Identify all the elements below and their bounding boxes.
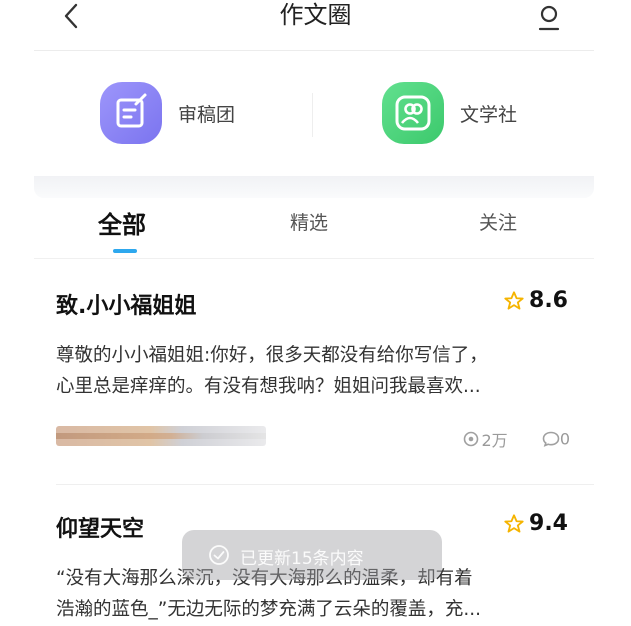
article-score: 8.6 (503, 288, 568, 318)
profile-button[interactable] (533, 3, 565, 35)
excerpt-line: 浩瀚的蓝色_”无边无际的梦充满了云朵的覆盖，充... (56, 599, 481, 620)
star-icon (504, 290, 524, 310)
top-bar: 作文圈 (0, 0, 631, 48)
article-title: 致.小小福姐姐 (56, 294, 197, 319)
article-excerpt: 尊敬的小小福姐姐:你好，很多天都没有给你写信了， 心里总是痒痒的。有没有想我呐？… (56, 340, 576, 402)
eye-icon (464, 431, 479, 447)
article-thumbnail (56, 426, 266, 446)
tab-following[interactable]: 关注 (479, 208, 517, 235)
literary-club-label: 文学社 (460, 104, 518, 126)
tab-bar: 全部 精选 关注 (34, 198, 594, 256)
feature-shortcuts: 审稿团 文学社 (34, 60, 594, 178)
review-team-label: 审稿团 (178, 104, 236, 126)
literary-club-entry[interactable]: 文学社 (382, 82, 562, 146)
check-circle-icon (209, 545, 229, 565)
update-toast: 已更新15条内容 (182, 530, 442, 580)
user-icon (538, 5, 560, 31)
star-icon (504, 513, 524, 533)
excerpt-line: 尊敬的小小福姐姐:你好，很多天都没有给你写信了， (56, 345, 488, 366)
header-divider (34, 50, 594, 51)
article-card[interactable]: 致.小小福姐姐 8.6 尊敬的小小福姐姐:你好，很多天都没有给你写信了， 心里总… (34, 288, 594, 468)
excerpt-line: 心里总是痒痒的。有没有想我呐？姐姐问我最喜欢... (56, 376, 481, 397)
literary-club-icon-tile (382, 82, 444, 144)
score-value: 9.4 (529, 511, 568, 536)
review-team-icon-tile (100, 82, 162, 144)
comment-icon (542, 431, 560, 447)
edit-square-icon (116, 93, 147, 128)
article-score: 9.4 (503, 511, 568, 541)
view-count: 2万 (481, 431, 508, 450)
active-tab-indicator (113, 249, 137, 253)
review-team-entry[interactable]: 审稿团 (100, 82, 280, 146)
section-fade (34, 176, 594, 198)
tabs-divider (34, 258, 594, 259)
article-divider (56, 484, 594, 485)
people-icon (395, 95, 431, 131)
tab-featured[interactable]: 精选 (290, 208, 328, 235)
article-title: 仰望天空 (56, 517, 145, 542)
comment-count: 0 (559, 429, 570, 449)
score-value: 8.6 (529, 288, 568, 313)
article-stats: 2万 0 (461, 427, 570, 451)
tab-all[interactable]: 全部 (98, 205, 146, 240)
feature-divider (312, 93, 313, 137)
toast-text: 已更新15条内容 (240, 549, 364, 569)
